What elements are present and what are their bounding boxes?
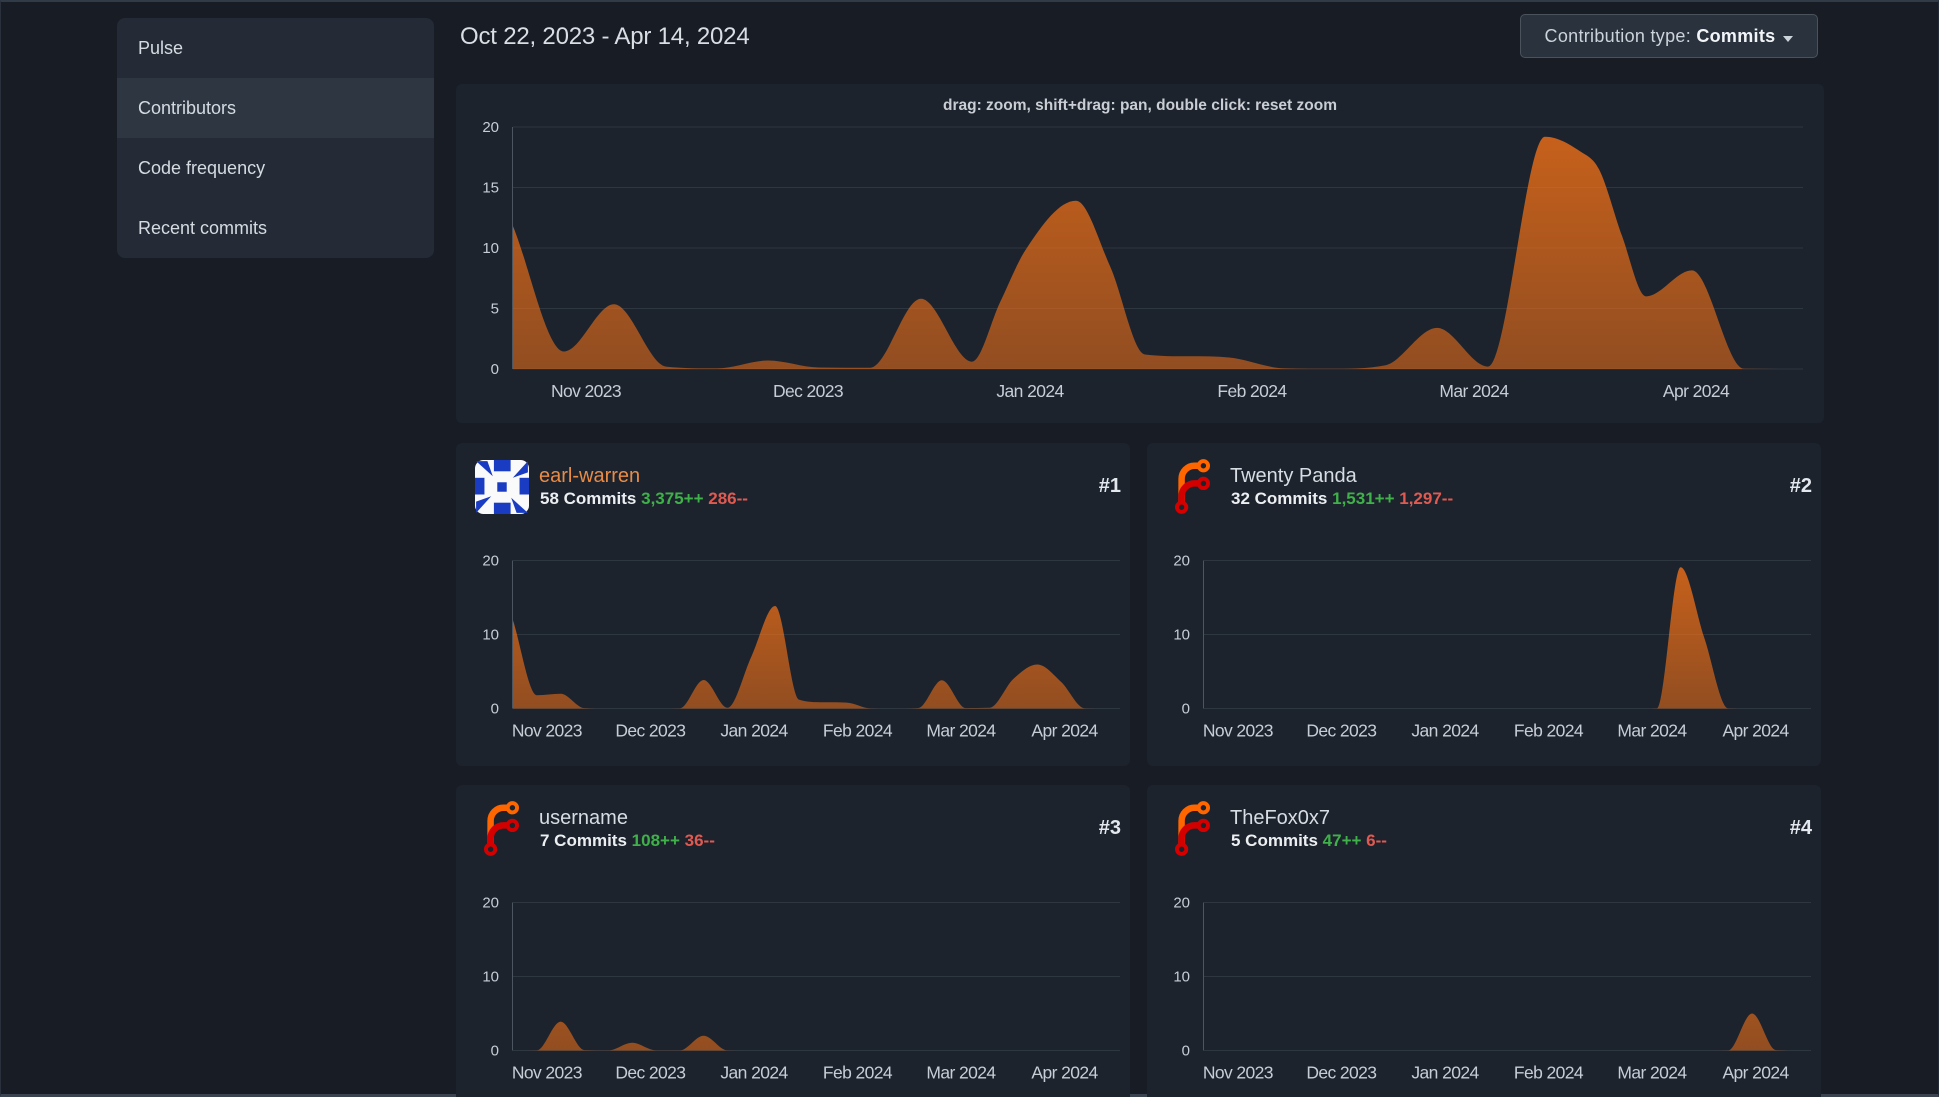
svg-text:Apr 2024: Apr 2024 <box>1722 721 1789 741</box>
svg-text:20: 20 <box>482 895 499 912</box>
svg-text:Jan 2024: Jan 2024 <box>996 381 1064 401</box>
svg-text:Feb 2024: Feb 2024 <box>1514 721 1584 741</box>
svg-text:Apr 2024: Apr 2024 <box>1031 721 1098 741</box>
svg-text:10: 10 <box>1173 969 1190 986</box>
svg-text:10: 10 <box>482 969 499 986</box>
svg-text:20: 20 <box>1173 553 1190 570</box>
svg-text:Apr 2024: Apr 2024 <box>1663 381 1730 401</box>
svg-text:Apr 2024: Apr 2024 <box>1722 1063 1789 1083</box>
svg-text:5: 5 <box>491 301 499 318</box>
svg-text:Feb 2024: Feb 2024 <box>1217 381 1287 401</box>
svg-text:Mar 2024: Mar 2024 <box>926 1063 996 1083</box>
svg-text:Dec 2023: Dec 2023 <box>1306 721 1376 741</box>
svg-text:Nov 2023: Nov 2023 <box>1203 721 1273 741</box>
svg-text:Mar 2024: Mar 2024 <box>926 721 996 741</box>
svg-text:20: 20 <box>1173 895 1190 912</box>
svg-text:Dec 2023: Dec 2023 <box>615 721 685 741</box>
svg-text:Nov 2023: Nov 2023 <box>512 721 582 741</box>
svg-text:Jan 2024: Jan 2024 <box>720 721 788 741</box>
svg-text:Jan 2024: Jan 2024 <box>720 1063 788 1083</box>
svg-text:Nov 2023: Nov 2023 <box>512 1063 582 1083</box>
svg-text:Feb 2024: Feb 2024 <box>1514 1063 1584 1083</box>
svg-text:0: 0 <box>491 361 499 378</box>
svg-text:0: 0 <box>1182 701 1190 718</box>
svg-text:0: 0 <box>491 1043 499 1060</box>
svg-text:Dec 2023: Dec 2023 <box>773 381 843 401</box>
svg-text:Apr 2024: Apr 2024 <box>1031 1063 1098 1083</box>
svg-text:10: 10 <box>1173 627 1190 644</box>
svg-text:Dec 2023: Dec 2023 <box>615 1063 685 1083</box>
svg-text:Mar 2024: Mar 2024 <box>1617 1063 1687 1083</box>
svg-text:20: 20 <box>482 553 499 570</box>
svg-text:10: 10 <box>482 627 499 644</box>
svg-text:15: 15 <box>482 180 499 197</box>
svg-text:drag: zoom, shift+drag: pan, d: drag: zoom, shift+drag: pan, double clic… <box>943 97 1337 114</box>
svg-text:Mar 2024: Mar 2024 <box>1617 721 1687 741</box>
svg-text:Feb 2024: Feb 2024 <box>823 721 893 741</box>
svg-text:20: 20 <box>482 119 499 136</box>
svg-text:Nov 2023: Nov 2023 <box>551 381 621 401</box>
svg-text:Feb 2024: Feb 2024 <box>823 1063 893 1083</box>
svg-text:Jan 2024: Jan 2024 <box>1411 721 1479 741</box>
svg-text:Mar 2024: Mar 2024 <box>1439 381 1509 401</box>
svg-text:0: 0 <box>1182 1043 1190 1060</box>
svg-text:10: 10 <box>482 240 499 257</box>
svg-text:Nov 2023: Nov 2023 <box>1203 1063 1273 1083</box>
svg-text:0: 0 <box>491 701 499 718</box>
svg-text:Dec 2023: Dec 2023 <box>1306 1063 1376 1083</box>
svg-text:Jan 2024: Jan 2024 <box>1411 1063 1479 1083</box>
